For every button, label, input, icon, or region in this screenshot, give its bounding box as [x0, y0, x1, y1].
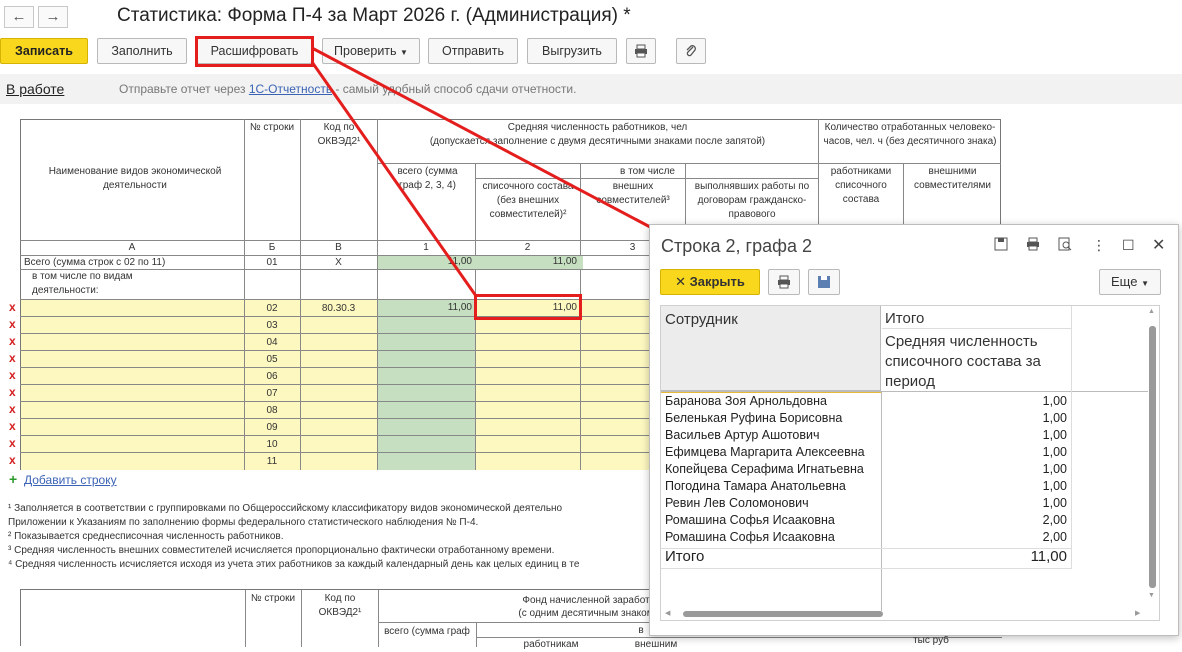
maximize-icon[interactable]: ☐	[1122, 237, 1135, 254]
close-x-icon: ✕	[675, 274, 686, 289]
employee-name[interactable]: Копейцева Серафима Игнатьевна	[665, 462, 864, 476]
employee-name[interactable]: Ефимцева Маргарита Алексеевна	[665, 445, 865, 459]
popup-total-label: Итого	[665, 548, 705, 565]
vertical-scrollbar[interactable]: ▲ ▼	[1147, 306, 1159, 606]
employee-name[interactable]: Ромашина Софья Исааковна	[665, 530, 835, 544]
employee-name[interactable]: Ромашина Софья Исааковна	[665, 513, 835, 527]
more-vertical-icon[interactable]: ⋮	[1092, 237, 1106, 254]
scroll-down-icon[interactable]: ▼	[1148, 592, 1155, 599]
employee-value: 1,00	[1042, 428, 1067, 442]
header-sub-divider	[882, 328, 1072, 329]
more-label: Еще	[1111, 274, 1138, 289]
employee-value: 2,00	[1042, 513, 1067, 527]
employee-value: 1,00	[1042, 445, 1067, 459]
close-icon[interactable]: ✕	[1152, 235, 1165, 255]
more-button[interactable]: Еще ▼	[1099, 269, 1161, 295]
employee-value: 1,00	[1042, 462, 1067, 476]
scroll-left-icon[interactable]: ◀	[665, 609, 670, 617]
chevron-down-icon: ▼	[1141, 279, 1149, 288]
employee-value: 1,00	[1042, 411, 1067, 425]
employee-value: 1,00	[1042, 394, 1067, 408]
save-icon[interactable]	[994, 237, 1008, 254]
popup-grid: Сотрудник Итого Средняя численность спис…	[660, 305, 1160, 621]
vertical-scroll-thumb[interactable]	[1149, 326, 1156, 588]
horizontal-scroll-thumb[interactable]	[683, 611, 883, 617]
close-label: Закрыть	[689, 274, 745, 289]
employee-value: 2,00	[1042, 530, 1067, 544]
employee-name[interactable]: Баранова Зоя Арнольдовна	[665, 394, 827, 408]
popup-total-value: 11,00	[1030, 548, 1067, 565]
decode-popup: Строка 2, графа 2 ⋮ ☐ ✕ ✕ Закрыть Еще ▼ …	[649, 224, 1179, 636]
floppy-icon	[818, 276, 830, 288]
employee-value: 1,00	[1042, 496, 1067, 510]
popup-save-button[interactable]	[808, 269, 840, 295]
printer-icon[interactable]	[1026, 237, 1040, 254]
employee-column-header: Сотрудник	[665, 311, 738, 328]
printer-icon	[778, 275, 790, 289]
employee-name[interactable]: Беленькая Руфина Борисовна	[665, 411, 842, 425]
scroll-up-icon[interactable]: ▲	[1148, 308, 1155, 315]
preview-icon[interactable]	[1058, 237, 1072, 254]
popup-title: Строка 2, графа 2	[661, 236, 812, 256]
total-column-subheader: Средняя численность списочного состава з…	[885, 333, 1041, 390]
employee-name[interactable]: Ревин Лев Соломонович	[665, 496, 809, 510]
employee-value: 1,00	[1042, 479, 1067, 493]
horizontal-scrollbar[interactable]: ◀ ▶	[661, 608, 1147, 620]
close-button[interactable]: ✕ Закрыть	[660, 269, 760, 295]
employee-name[interactable]: Васильев Артур Ашотович	[665, 428, 820, 442]
total-column-header: Итого	[885, 310, 925, 327]
employee-name[interactable]: Погодина Тамара Анатольевна	[665, 479, 846, 493]
scroll-right-icon[interactable]: ▶	[1135, 609, 1140, 617]
popup-print-button[interactable]	[768, 269, 800, 295]
